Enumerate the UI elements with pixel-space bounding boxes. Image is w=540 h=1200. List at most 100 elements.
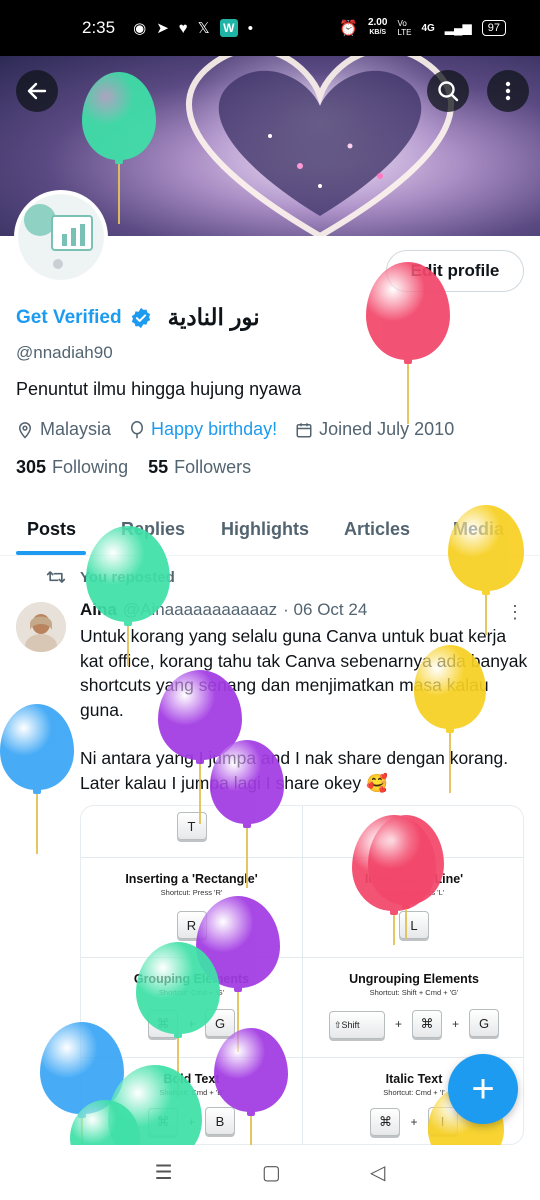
post-author-avatar[interactable] <box>16 602 66 652</box>
recents-nav-button[interactable]: ☰ <box>155 1160 173 1185</box>
dot-icon: • <box>247 19 254 37</box>
balloon-knot <box>482 589 490 595</box>
balloon-icon <box>131 420 144 438</box>
key-i: I <box>427 1107 458 1135</box>
post-more-button[interactable]: ⋮ <box>506 602 524 623</box>
repost-indicator: You reposted <box>46 568 175 586</box>
following-link[interactable]: 305 Following <box>16 457 128 478</box>
verified-badge-icon[interactable] <box>130 307 152 329</box>
joined-item: Joined July 2010 <box>295 419 454 440</box>
active-tab-indicator <box>16 551 86 555</box>
get-verified-link[interactable]: Get Verified <box>16 307 122 329</box>
followers-label: Followers <box>174 457 252 477</box>
following-label: Following <box>52 457 129 477</box>
post-paragraph-1: Untuk korang yang selalu guna Canva untu… <box>80 626 528 720</box>
compose-post-button[interactable]: + <box>448 1054 518 1124</box>
tab-media[interactable]: Media <box>453 504 504 556</box>
location-item: Malaysia <box>16 419 111 440</box>
network-indicator: 4G <box>421 22 435 34</box>
key-l: L <box>399 911 429 939</box>
edit-profile-button[interactable]: Edit profile <box>386 250 524 292</box>
plus-sign: + <box>394 1016 402 1031</box>
tab-posts[interactable]: Posts <box>27 504 76 556</box>
post-author-name[interactable]: Aina <box>80 600 117 620</box>
following-count: 305 <box>16 457 47 477</box>
key-cmd: ⌘ <box>370 1107 401 1136</box>
joined-text: Joined July 2010 <box>319 419 455 439</box>
profile-avatar[interactable] <box>14 190 108 284</box>
birthday-item[interactable]: Happy birthday! <box>129 419 277 440</box>
x-icon: 𝕏 <box>197 20 210 37</box>
location-pin-icon <box>18 421 32 439</box>
ungroup-sub: Shortcut: Shift + Cmd + 'G' <box>369 988 459 997</box>
shortcut-cell-grouping: Grouping Elements Shortcut: Cmd + 'G' ⌘ +… <box>81 958 302 1058</box>
line-sub: Shortcut: Press 'L' <box>383 888 445 897</box>
plus-sign: + <box>410 1114 418 1129</box>
profile-bio: Penuntut ilmu hingga hujung nyawa <box>16 379 302 399</box>
name-row: Get Verified نور النادية <box>16 304 260 331</box>
author-photo <box>16 602 66 652</box>
display-name: نور النادية <box>167 304 260 330</box>
key-g: G <box>469 1009 500 1037</box>
more-options-button[interactable] <box>487 70 529 112</box>
search-button[interactable] <box>427 70 469 112</box>
profile-meta: Malaysia Happy birthday! Joined July 201… <box>16 419 466 440</box>
balloon-body <box>0 704 74 790</box>
arrow-left-icon <box>27 82 47 100</box>
location-text: Malaysia <box>40 419 112 439</box>
key-b: B <box>205 1107 235 1135</box>
status-bar: 2:35 ◉ ➤ ♥ 𝕏 W • ⏰ 2.00 KB/S Vo LTE 4G ▂… <box>0 0 540 56</box>
balloon-decoration <box>0 704 74 858</box>
volte-indicator: Vo LTE <box>397 19 412 37</box>
heart-app-icon: ♥ <box>178 19 188 37</box>
balloon-string <box>407 364 409 424</box>
home-nav-button[interactable]: ▢ <box>262 1160 281 1185</box>
telegram-icon: ➤ <box>156 20 169 37</box>
follow-stats: 305 Following 55 Followers <box>16 457 251 478</box>
birthday-text[interactable]: Happy birthday! <box>151 419 277 440</box>
speed-unit: KB/S <box>369 29 387 36</box>
post-text: Untuk korang yang selalu guna Canva untu… <box>80 624 530 819</box>
rect-title: Inserting a 'Rectangle' <box>125 872 258 886</box>
post-paragraph-2: Ni antara yang I jumpa and I nak share d… <box>80 748 509 793</box>
post-header: Aina @Ainaaaaaaaaaaaz · 06 Oct 24 <box>80 600 367 620</box>
key-t: T <box>176 812 207 840</box>
w-app-icon: W <box>219 19 238 37</box>
balloon-knot <box>404 358 412 364</box>
shortcut-cell-bold: Bold Text Shortcut: Cmd + 'B' ⌘ + B <box>81 1058 302 1144</box>
key-cmd: ⌘ <box>147 1107 178 1136</box>
profile-handle: @nnadiah90 <box>16 343 113 362</box>
back-nav-button[interactable]: ◁ <box>370 1160 385 1185</box>
shortcut-cell-ungrouping: Ungrouping Elements Shortcut: Shift + Cm… <box>303 958 523 1058</box>
plus-sign: + <box>452 1016 460 1031</box>
key-r: R <box>176 911 207 939</box>
key-shift: ⇧Shift <box>328 1011 385 1039</box>
tab-highlights[interactable]: Highlights <box>221 504 309 556</box>
alarm-icon: ⏰ <box>339 20 358 37</box>
profile-tabs: Posts Replies Highlights Articles Media <box>0 504 540 556</box>
group-sub: Shortcut: Cmd + 'G' <box>158 988 225 997</box>
bold-sub: Shortcut: Cmd + 'B' <box>159 1088 224 1097</box>
rect-sub: Shortcut: Press 'R' <box>160 888 223 897</box>
bold-title: Bold Text <box>163 1072 220 1086</box>
key-cmd: ⌘ <box>147 1009 178 1038</box>
status-time: 2:35 <box>82 18 116 37</box>
group-title: Grouping Elements <box>133 972 250 986</box>
shortcut-cell-text: T <box>81 806 302 858</box>
tab-replies[interactable]: Replies <box>121 504 185 556</box>
tab-articles[interactable]: Articles <box>344 504 410 556</box>
battery-indicator: 97 <box>481 20 506 36</box>
signal-icon: ▂▄▆ <box>444 21 472 35</box>
balloon-string <box>36 794 38 854</box>
more-vertical-icon <box>505 81 511 101</box>
chart-illustration-icon <box>24 204 93 269</box>
followers-link[interactable]: 55 Followers <box>148 457 251 478</box>
followers-count: 55 <box>148 457 169 477</box>
back-button[interactable] <box>16 70 58 112</box>
network-speed: 2.00 KB/S <box>368 18 387 38</box>
line-title: Inserting a 'Line' <box>364 872 464 886</box>
post-author-handle[interactable]: @Ainaaaaaaaaaaaz <box>123 600 277 620</box>
search-icon <box>438 81 459 102</box>
ungroup-title: Ungrouping Elements <box>349 972 479 986</box>
shortcut-cell-line: Inserting a 'Line' Shortcut: Press 'L' L <box>303 858 523 958</box>
